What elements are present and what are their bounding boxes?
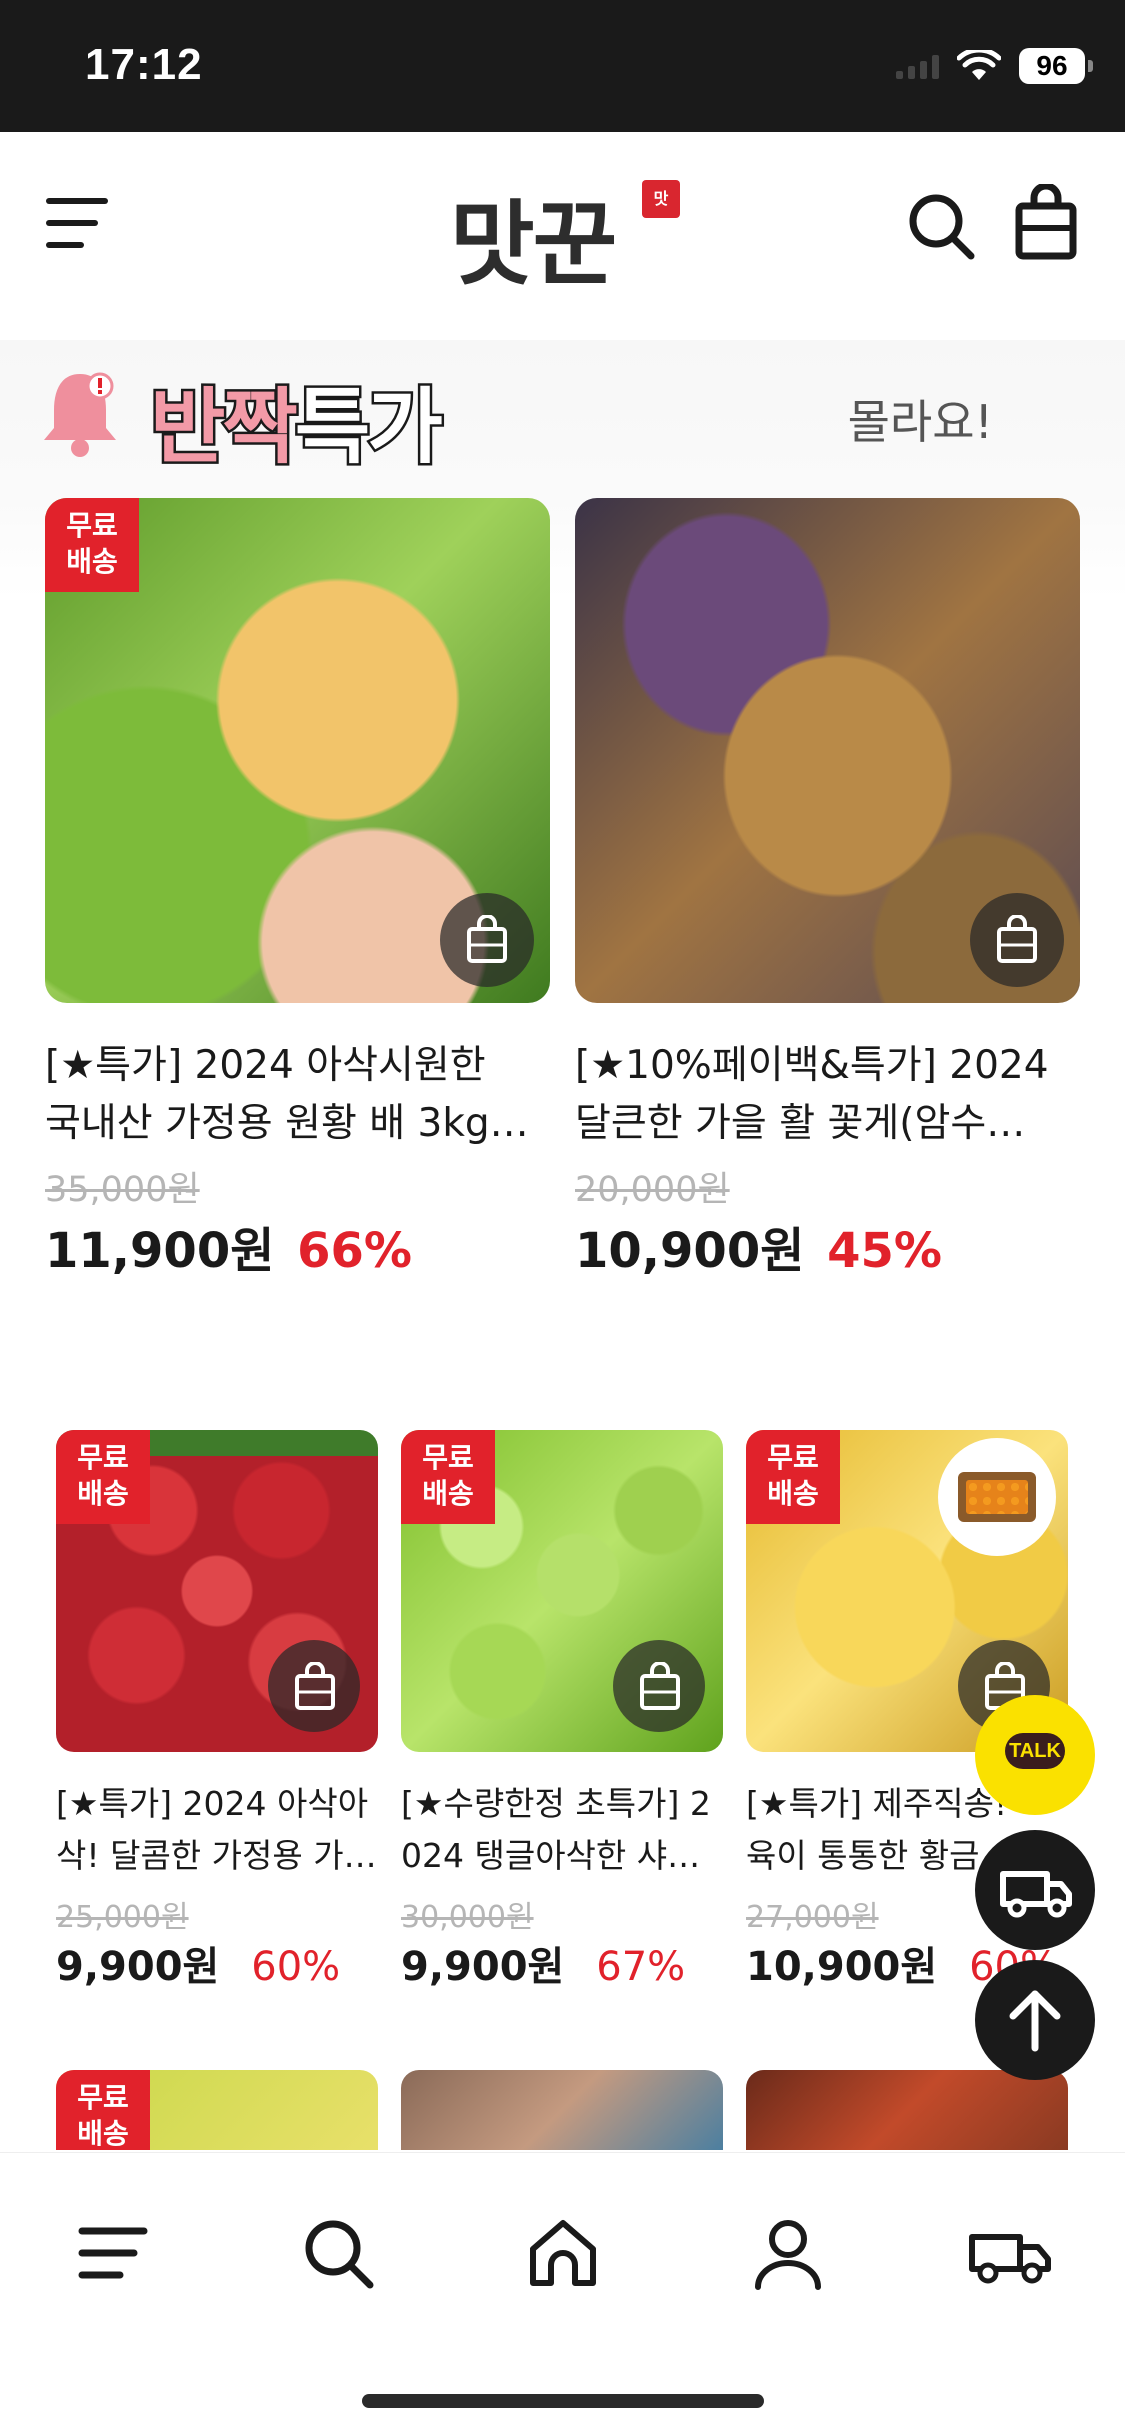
product-name-line1: [★수량한정 초특가] 2 [401,1784,711,1823]
product-card[interactable]: 무료 배송 [★특가] 2024 아삭아 삭! 달콤한 가정용 가… 25,00… [56,1430,378,1992]
logo-seal: 맛 [642,180,680,218]
product-image-apple[interactable]: 무료 배송 [56,1430,378,1752]
price-row: 9,900원 67% [401,1934,723,1992]
home-icon[interactable] [523,2213,603,2293]
status-indicators: 96 [896,48,1093,84]
product-name-line2: 삭! 달콤한 가정용 가… [56,1836,377,1875]
cellular-signal-icon [896,53,939,79]
product-image-partial[interactable] [746,2070,1068,2150]
product-name[interactable]: [★10%페이백&특가] 2024 달큰한 가을 활 꽃게(암수… [575,1037,1080,1153]
product-name-line1: [★특가] 2024 아삭시원한 [45,1043,486,1088]
badge-line2: 배송 [767,1477,819,1510]
search-icon[interactable] [298,2213,378,2293]
section-title: 반짝특가 [148,360,446,479]
price-row: 10,900원 45% [575,1211,1080,1281]
product-image-partial[interactable]: 무료 배송 [56,2070,378,2150]
badge-line1: 무료 [767,1441,819,1474]
product-card[interactable]: 무료 배송 [★특가] 2024 아삭시원한 국내산 가정용 원황 배 3kg…… [45,498,550,1281]
section-title-rest: 특가 [292,378,445,478]
wifi-icon [957,50,1001,80]
delivery-truck-icon[interactable] [962,2213,1058,2293]
talk-label: TALK [1005,1733,1065,1769]
app-header: 맛꾼 맛 [0,132,1125,332]
sale-price: 9,900원 [56,1944,220,1990]
product-image-pear[interactable]: 무료 배송 [45,498,550,1003]
free-shipping-badge: 무료 배송 [45,498,139,592]
scroll-to-top-button[interactable] [975,1960,1095,2080]
kakao-talk-button[interactable]: TALK [975,1695,1095,1815]
badge-line1: 무료 [77,2081,129,2114]
badge-line1: 무료 [66,509,118,542]
badge-line2: 배송 [77,1477,129,1510]
original-price: 25,000원 [56,1900,189,1935]
discount-rate: 67% [596,1944,686,1990]
product-name-line2: 달큰한 가을 활 꽃게(암수… [575,1101,1026,1146]
app-logo[interactable]: 맛꾼 [450,170,617,303]
shopping-bag-icon [467,915,507,963]
add-to-cart-button[interactable] [440,893,534,987]
shopping-bag-icon [997,915,1037,963]
search-icon[interactable] [905,190,977,262]
free-shipping-badge: 무료 배송 [401,1430,495,1524]
add-to-cart-button[interactable] [970,893,1064,987]
product-name-line2: 024 탱글아삭한 샤… [401,1836,701,1875]
sale-price: 9,900원 [401,1944,565,1990]
discount-rate: 60% [251,1944,341,1990]
original-price: 35,000원 [45,1170,200,1210]
free-shipping-badge: 무료 배송 [746,1430,840,1524]
badge-line1: 무료 [422,1441,474,1474]
add-to-cart-button[interactable] [268,1640,360,1732]
sale-price: 11,900원 [45,1223,275,1279]
bell-icon [44,372,116,457]
product-image-partial[interactable] [401,2070,723,2150]
sale-price: 10,900원 [746,1944,938,1990]
product-name[interactable]: [★특가] 2024 아삭아 삭! 달콤한 가정용 가… [56,1778,378,1882]
badge-line2: 배송 [422,1477,474,1510]
shopping-bag-icon[interactable] [1014,184,1078,260]
product-card[interactable]: [★10%페이백&특가] 2024 달큰한 가을 활 꽃게(암수… 20,000… [575,498,1080,1281]
product-image-crab[interactable] [575,498,1080,1003]
free-shipping-badge: 무료 배송 [56,2070,150,2150]
menu-button[interactable] [46,192,110,256]
discount-rate: 66% [297,1223,412,1279]
status-bar: 17:12 96 [0,0,1125,132]
original-price: 20,000원 [575,1170,730,1210]
product-image-grape[interactable]: 무료 배송 [401,1430,723,1752]
menu-icon[interactable] [74,2213,154,2293]
discount-rate: 45% [827,1223,942,1279]
add-to-cart-button[interactable] [613,1640,705,1732]
price-row: 11,900원 66% [45,1211,550,1281]
badge-line2: 배송 [66,545,118,578]
arrow-up-icon [1009,1990,1061,2052]
delivery-truck-icon [1000,1871,1072,1918]
battery-indicator: 96 [1019,48,1093,84]
product-name-line2: 국내산 가정용 원황 배 3kg… [45,1101,529,1146]
price-row: 9,900원 60% [56,1934,378,1992]
free-shipping-badge: 무료 배송 [56,1430,150,1524]
status-time: 17:12 [85,40,203,89]
badge-line2: 배송 [77,2117,129,2150]
section-more-link[interactable]: 몰라요! [848,386,993,452]
product-name[interactable]: [★특가] 2024 아삭시원한 국내산 가정용 원황 배 3kg… [45,1037,550,1153]
shopping-bag-icon [640,1662,680,1710]
badge-line1: 무료 [77,1441,129,1474]
shopping-bag-icon [295,1662,335,1710]
original-price: 30,000원 [401,1900,534,1935]
product-name-line1: [★10%페이백&특가] 2024 [575,1043,1049,1088]
profile-icon[interactable] [748,2213,828,2293]
sale-price: 10,900원 [575,1223,805,1279]
gift-box-thumbnail [938,1438,1056,1556]
section-title-highlight: 반짝 [148,378,301,478]
delivery-tracking-button[interactable] [975,1830,1095,1950]
product-name[interactable]: [★수량한정 초특가] 2 024 탱글아삭한 샤… [401,1778,723,1882]
product-name-line1: [★특가] 2024 아삭아 [56,1784,369,1823]
product-card[interactable]: 무료 배송 [★수량한정 초특가] 2 024 탱글아삭한 샤… 30,000원… [401,1430,723,1992]
home-indicator [362,2394,764,2408]
